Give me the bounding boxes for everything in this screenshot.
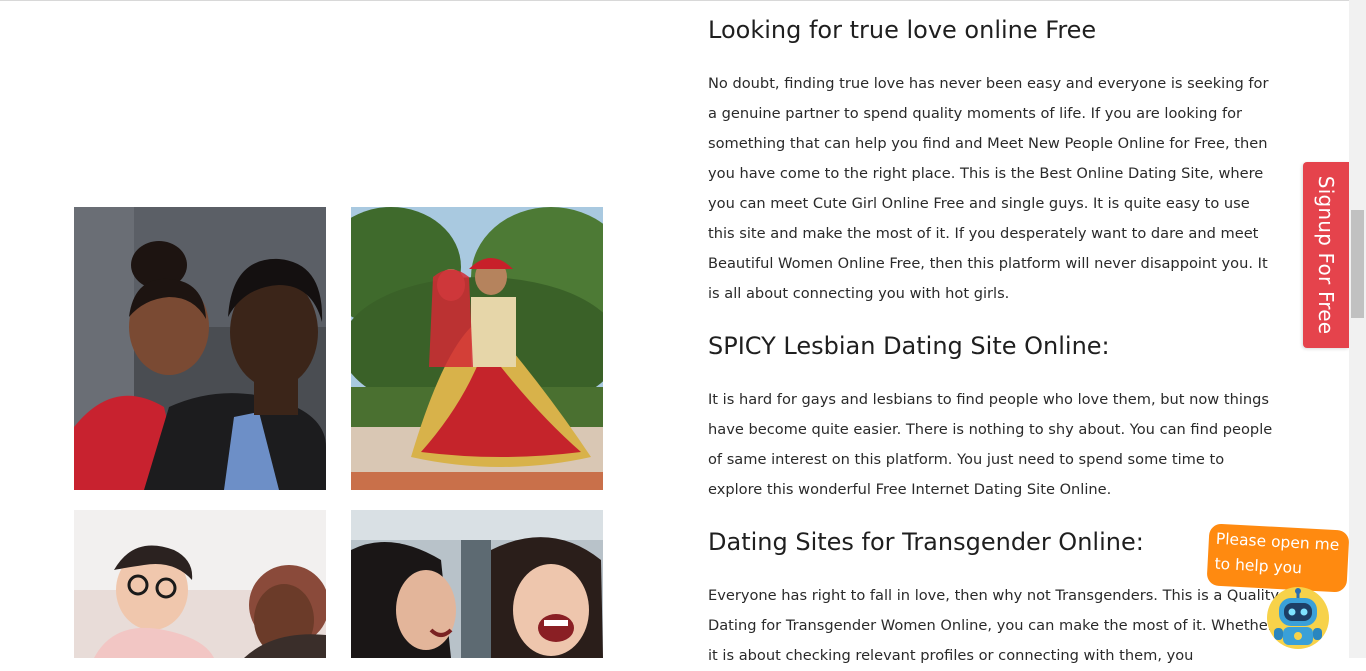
wedding-photo <box>351 207 603 490</box>
heading-transgender-dating: Dating Sites for Transgender Online: <box>708 528 1144 556</box>
women-laughing-photo <box>351 510 603 658</box>
scrollbar-thumb[interactable] <box>1351 210 1364 318</box>
signup-for-free-tab[interactable]: Signup For Free <box>1303 162 1349 348</box>
signup-tab-label: Signup For Free <box>1314 175 1338 335</box>
heading-true-love: Looking for true love online Free <box>708 16 1097 44</box>
couple-photo <box>74 207 326 490</box>
page-scrollbar[interactable] <box>1349 0 1366 658</box>
friends-photo <box>74 510 326 658</box>
paragraph-lesbian-dating: It is hard for gays and lesbians to find… <box>708 391 1273 498</box>
chat-prompt-line2: to help you <box>1214 554 1303 578</box>
paragraph-true-love: No doubt, finding true love has never be… <box>708 75 1269 302</box>
chat-prompt-line1: Please open me <box>1215 529 1340 555</box>
robot-icon[interactable] <box>1266 586 1330 650</box>
chat-prompt-bubble[interactable]: Please open me to help you <box>1206 523 1350 593</box>
heading-lesbian-dating: SPICY Lesbian Dating Site Online: <box>708 332 1110 360</box>
top-divider <box>0 0 1349 1</box>
